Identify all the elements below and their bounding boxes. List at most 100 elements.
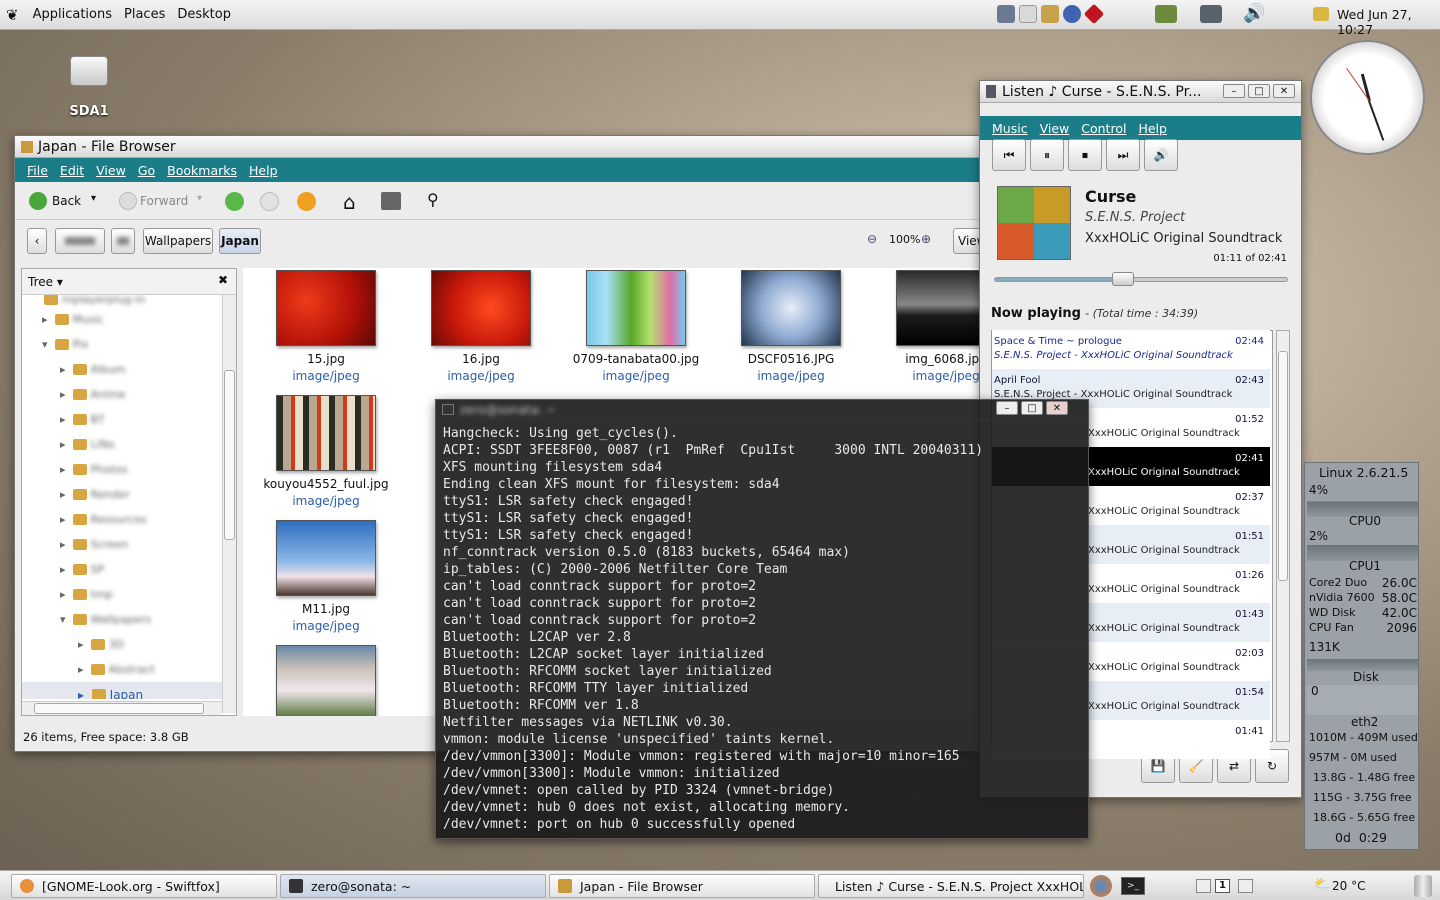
trash-icon[interactable] xyxy=(1414,875,1432,897)
side-pane-selector[interactable]: Tree ▾ xyxy=(28,275,63,289)
task-terminal[interactable]: zero@sonata: ~ xyxy=(280,874,546,898)
path-folder-button[interactable] xyxy=(111,228,135,254)
thumbnail-15[interactable] xyxy=(276,270,376,346)
file-name[interactable]: 16.jpg xyxy=(406,352,556,366)
task-file-browser[interactable]: Japan - File Browser xyxy=(549,874,815,898)
applications-menu[interactable]: Applications xyxy=(27,7,118,22)
accessibility-icon[interactable] xyxy=(1063,5,1081,23)
task-swiftfox[interactable]: [GNOME-Look.org - Swiftfox] xyxy=(11,874,277,898)
file-name[interactable]: 0709-tanabata00.jpg xyxy=(561,352,711,366)
search-icon[interactable]: ⚲ xyxy=(427,190,439,209)
file-name[interactable]: kouyou4552_fuul.jpg xyxy=(251,477,401,491)
path-left-arrow-button[interactable]: ‹ xyxy=(27,228,47,254)
workspace-switcher-1[interactable] xyxy=(1196,879,1211,893)
tree-item[interactable]: ▸ Abstract xyxy=(78,657,155,682)
zoom-out-icon[interactable]: ⊖ xyxy=(867,232,877,246)
weather-icon[interactable]: ⛅ xyxy=(1314,877,1330,892)
playlist-scrollbar[interactable] xyxy=(1276,330,1290,742)
previous-icon[interactable]: ⏮ xyxy=(992,139,1026,171)
user-icon[interactable] xyxy=(1041,5,1059,23)
menu-edit[interactable]: Edit xyxy=(54,163,90,178)
thumbnail-16[interactable] xyxy=(431,270,531,346)
back-dropdown-icon[interactable]: ▾ xyxy=(91,193,96,204)
menu-help[interactable]: Help xyxy=(243,163,284,178)
tree-item[interactable]: ▸ Photos xyxy=(60,457,128,482)
volume-icon[interactable]: 🔊 xyxy=(1144,139,1178,171)
close-side-pane-icon[interactable]: ✖ xyxy=(218,273,228,287)
tree-item[interactable]: ▸ Resources xyxy=(60,507,147,532)
terminal-maximize-button[interactable]: □ xyxy=(1021,401,1043,415)
terminal-close-button[interactable]: ✕ xyxy=(1046,401,1068,415)
thumbnail-m11[interactable] xyxy=(276,520,376,596)
tree-item[interactable]: ▾ Wallpapers xyxy=(60,607,151,632)
tree-item[interactable]: ▸ Screen xyxy=(60,532,128,557)
file-name[interactable]: M11.jpg xyxy=(251,602,401,616)
tree-item[interactable]: ▸ Music xyxy=(42,307,104,332)
tree-vertical-scrollbar[interactable] xyxy=(222,295,236,713)
tree-item-japan[interactable]: ▸ Japan xyxy=(22,682,222,699)
menu-bookmarks[interactable]: Bookmarks xyxy=(161,163,243,178)
weather-temp[interactable]: 20 °C xyxy=(1332,879,1365,893)
menu-view[interactable]: View xyxy=(90,163,132,178)
zoom-level[interactable]: 100% xyxy=(889,233,920,246)
pause-icon[interactable]: ⏸ xyxy=(1030,139,1064,171)
tree-horizontal-scrollbar[interactable] xyxy=(22,701,222,715)
tree-item[interactable]: ▸ LiNo xyxy=(60,432,115,457)
network-monitor-icon[interactable] xyxy=(997,5,1015,23)
network-icon[interactable] xyxy=(1200,5,1222,23)
places-menu[interactable]: Places xyxy=(118,7,171,22)
panel-clock[interactable]: Wed Jun 27, 10:27 xyxy=(1337,7,1440,37)
terminal-window[interactable]: zero@sonata: ~ – □ ✕ Hangcheck: Using ge… xyxy=(435,399,1089,839)
path-wallpapers-button[interactable]: Wallpapers xyxy=(143,228,213,254)
terminal-minimize-button[interactable]: – xyxy=(996,401,1018,415)
file-name[interactable]: 15.jpg xyxy=(251,352,401,366)
minimize-button[interactable]: – xyxy=(1223,84,1245,98)
seek-handle[interactable] xyxy=(1112,272,1135,286)
reload-icon[interactable] xyxy=(297,192,316,211)
gnome-foot-icon[interactable]: ❦ xyxy=(6,6,19,24)
playlist-row[interactable]: Space & Time ~ prologue S.E.N.S. Project … xyxy=(992,330,1270,369)
file-name[interactable]: img_6068.jpg xyxy=(871,352,983,366)
zoom-in-icon[interactable]: ⊕ xyxy=(921,232,931,246)
next-icon[interactable]: ⏭ xyxy=(1106,139,1140,171)
menu-help[interactable]: Help xyxy=(1132,121,1173,136)
back-button-label[interactable]: Back xyxy=(52,194,81,208)
ruby-gem-icon[interactable] xyxy=(1083,3,1105,25)
thumbnail-dscf0516[interactable] xyxy=(741,270,841,346)
workspace-switcher-2[interactable]: 1 xyxy=(1215,879,1230,893)
home-icon[interactable]: ⌂ xyxy=(343,190,356,214)
close-button[interactable]: ✕ xyxy=(1273,84,1295,98)
seek-bar[interactable] xyxy=(994,272,1288,286)
menu-control[interactable]: Control xyxy=(1075,121,1132,136)
thumbnail-img6068[interactable] xyxy=(896,270,983,346)
desktop-drive-icon[interactable]: SDA1 xyxy=(60,50,118,119)
tree-item[interactable]: ▸ Render xyxy=(60,482,130,507)
terminal-launcher-icon[interactable]: >_ xyxy=(1121,877,1145,895)
volume-icon[interactable]: 🔊 xyxy=(1243,3,1265,24)
menu-go[interactable]: Go xyxy=(132,163,161,178)
terminal-titlebar[interactable]: zero@sonata: ~ – □ ✕ xyxy=(436,400,1088,420)
thumbnail-tanabata[interactable] xyxy=(586,270,686,346)
battery-icon[interactable] xyxy=(1155,5,1177,23)
stop-icon[interactable]: ⏹ xyxy=(1068,139,1102,171)
player-titlebar[interactable]: Listen ♪ Curse - S.E.N.S. Pr... – □ ✕ xyxy=(980,81,1301,103)
tree-item[interactable]: ▸ 3D xyxy=(78,632,124,657)
menu-file[interactable]: File xyxy=(21,163,54,178)
workspace-switcher-3[interactable] xyxy=(1238,879,1253,893)
tree-item[interactable]: ▾ Pix xyxy=(42,332,88,357)
tree-item[interactable]: ▸ BT xyxy=(60,407,105,432)
up-arrow-icon[interactable] xyxy=(225,192,244,211)
file-browser-titlebar[interactable]: Japan - File Browser xyxy=(15,136,983,158)
thumbnail-kouyou[interactable] xyxy=(276,395,376,471)
tree-item[interactable]: ▸ Anime xyxy=(60,382,126,407)
tree-item[interactable]: ▸ tmp xyxy=(60,582,113,607)
firefox-launcher-icon[interactable] xyxy=(1090,875,1112,897)
maximize-button[interactable]: □ xyxy=(1248,84,1270,98)
back-arrow-icon[interactable] xyxy=(29,192,47,210)
desktop-menu[interactable]: Desktop xyxy=(171,7,237,22)
thumbnail-cherry[interactable] xyxy=(276,645,376,716)
path-japan-button[interactable]: Japan xyxy=(219,228,261,254)
file-name[interactable]: DSCF0516.JPG xyxy=(716,352,866,366)
menu-music[interactable]: Music xyxy=(986,121,1034,136)
tree-item[interactable]: ▸ SP xyxy=(60,557,104,582)
